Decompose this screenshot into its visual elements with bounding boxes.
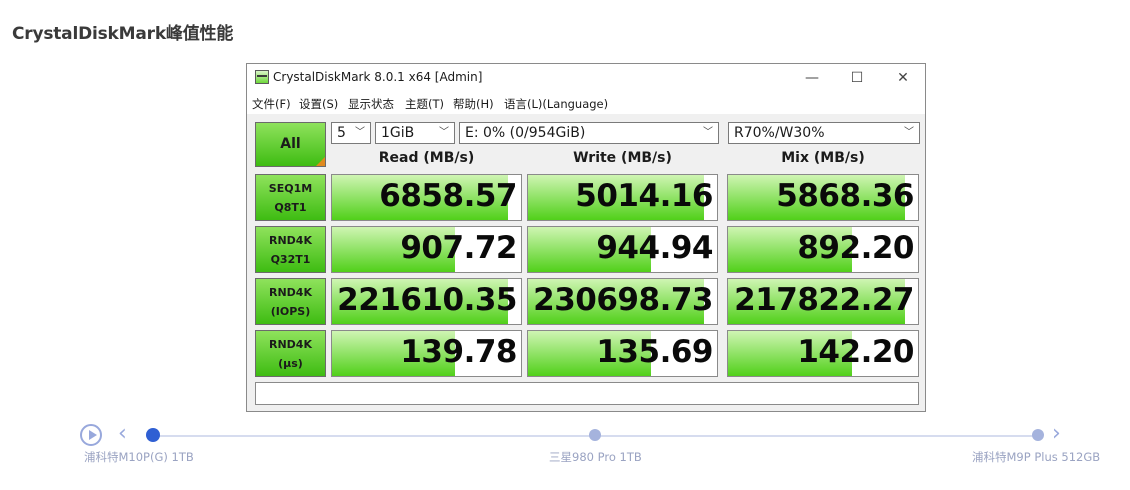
result-cell-read: 907.72 <box>331 226 522 273</box>
timeline-dot-3[interactable] <box>1032 429 1044 441</box>
result-value: 139.78 <box>400 334 517 370</box>
test-label-line1: SEQ1M <box>268 182 313 195</box>
test-count-select[interactable]: 5 ﹀ <box>331 122 371 144</box>
chevron-down-icon: ﹀ <box>439 127 449 138</box>
column-header-mix: Mix (MB/s) <box>781 150 865 166</box>
result-cell-mix: 217822.27 <box>727 278 919 325</box>
result-value: 892.20 <box>797 230 914 266</box>
all-button[interactable]: All <box>255 122 326 167</box>
timeline-label-1[interactable]: 浦科特M10P(G) 1TB <box>84 449 194 465</box>
timeline-dot-1[interactable] <box>146 428 160 442</box>
comment-field[interactable] <box>255 382 919 405</box>
result-cell-read: 6858.57 <box>331 174 522 221</box>
test-label-line1: RND4K <box>269 338 312 351</box>
result-cell-mix: 892.20 <box>727 226 919 273</box>
result-value: 230698.73 <box>533 282 713 318</box>
result-cell-read: 221610.35 <box>331 278 522 325</box>
result-value: 5014.16 <box>575 178 713 214</box>
test-count-value: 5 <box>337 125 346 141</box>
menu-language[interactable]: 语言(L)(Language) <box>504 96 608 112</box>
chevron-down-icon: ﹀ <box>355 127 365 138</box>
test-button-seq1m-q8t1[interactable]: SEQ1M Q8T1 <box>255 174 326 221</box>
result-value: 221610.35 <box>337 282 517 318</box>
test-label-line2: Q32T1 <box>270 253 311 266</box>
app-icon <box>255 70 269 84</box>
test-label-line1: RND4K <box>269 286 312 299</box>
test-label-line2: Q8T1 <box>274 201 307 214</box>
result-cell-write: 944.94 <box>527 226 718 273</box>
test-size-value: 1GiB <box>381 125 415 141</box>
page-title: CrystalDiskMark峰值性能 <box>12 24 234 44</box>
menu-display-status[interactable]: 显示状态 <box>348 96 394 112</box>
column-header-read: Read (MB/s) <box>378 150 475 166</box>
test-label-line2: (IOPS) <box>270 305 311 318</box>
window-title: CrystalDiskMark 8.0.1 x64 [Admin] <box>273 70 483 84</box>
test-size-select[interactable]: 1GiB ﹀ <box>375 122 455 144</box>
test-button-rnd4k-iops[interactable]: RND4K (IOPS) <box>255 278 326 325</box>
menu-settings[interactable]: 设置(S) <box>299 96 338 112</box>
mix-mode-select[interactable]: R70%/W30% ﹀ <box>728 122 920 144</box>
menu-theme[interactable]: 主题(T) <box>405 96 444 112</box>
result-value: 135.69 <box>596 334 713 370</box>
crystaldiskmark-window: CrystalDiskMark 8.0.1 x64 [Admin] — ☐ ✕ … <box>246 63 926 412</box>
maximize-button[interactable]: ☐ <box>834 66 880 90</box>
result-cell-mix: 142.20 <box>727 330 919 377</box>
chevron-down-icon: ﹀ <box>904 127 914 138</box>
timeline-label-2[interactable]: 三星980 Pro 1TB <box>549 449 642 465</box>
result-cell-read: 139.78 <box>331 330 522 377</box>
test-label-line1: RND4K <box>269 234 312 247</box>
all-button-label: All <box>280 136 301 152</box>
result-value: 217822.27 <box>734 282 914 318</box>
drive-value: E: 0% (0/954GiB) <box>465 125 586 141</box>
chevron-right-icon[interactable]: › <box>1052 421 1061 447</box>
result-cell-write: 230698.73 <box>527 278 718 325</box>
chevron-down-icon: ﹀ <box>703 127 713 138</box>
menu-bar: 文件(F) 设置(S) 显示状态 主题(T) 帮助(H) 语言(L)(Langu… <box>247 92 925 114</box>
result-cell-write: 5014.16 <box>527 174 718 221</box>
timeline-dot-2[interactable] <box>589 429 601 441</box>
minimize-button[interactable]: — <box>789 66 835 90</box>
test-label-line2: (μs) <box>278 357 303 370</box>
title-bar: CrystalDiskMark 8.0.1 x64 [Admin] — ☐ ✕ <box>247 64 925 92</box>
play-icon[interactable] <box>80 424 102 446</box>
result-value: 6858.57 <box>379 178 517 214</box>
result-value: 944.94 <box>596 230 713 266</box>
result-value: 907.72 <box>400 230 517 266</box>
result-cell-mix: 5868.36 <box>727 174 919 221</box>
result-cell-write: 135.69 <box>527 330 718 377</box>
menu-file[interactable]: 文件(F) <box>252 96 291 112</box>
result-value: 142.20 <box>797 334 914 370</box>
test-button-rnd4k-latency[interactable]: RND4K (μs) <box>255 330 326 377</box>
column-header-write: Write (MB/s) <box>573 150 672 166</box>
test-button-rnd4k-q32t1[interactable]: RND4K Q32T1 <box>255 226 326 273</box>
menu-help[interactable]: 帮助(H) <box>453 96 494 112</box>
corner-marker-icon <box>316 157 325 166</box>
timeline-label-3[interactable]: 浦科特M9P Plus 512GB <box>972 449 1100 465</box>
mix-mode-value: R70%/W30% <box>734 125 825 141</box>
chevron-left-icon[interactable]: ‹ <box>118 421 127 447</box>
close-button[interactable]: ✕ <box>880 66 926 90</box>
benchmark-panel: All 5 ﹀ 1GiB ﹀ E: 0% (0/954GiB) ﹀ R70%/W… <box>247 114 925 411</box>
result-value: 5868.36 <box>776 178 914 214</box>
drive-select[interactable]: E: 0% (0/954GiB) ﹀ <box>459 122 719 144</box>
